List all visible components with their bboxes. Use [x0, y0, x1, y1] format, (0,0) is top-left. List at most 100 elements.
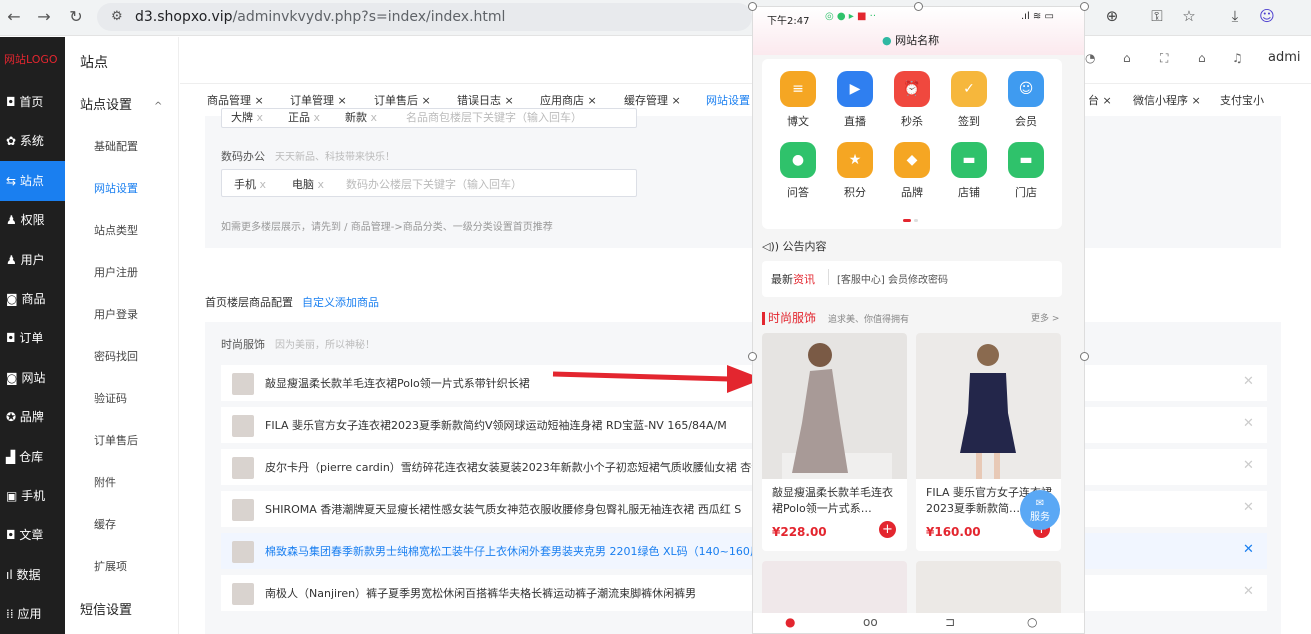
- subnav-item[interactable]: 缓存: [94, 516, 116, 532]
- sidebar-item[interactable]: ◘ 首页: [0, 82, 65, 122]
- digital-keyword-field[interactable]: 手机 x 电脑 x 数码办公楼层下关键字（输入回车）: [221, 169, 637, 197]
- product-card[interactable]: [762, 561, 907, 621]
- resize-handle[interactable]: [1080, 2, 1089, 11]
- quick-nav-item[interactable]: ▶ 直播: [833, 71, 877, 129]
- quick-nav-item[interactable]: ✓ 签到: [947, 71, 991, 129]
- page-tab[interactable]: 错误日志 ×: [457, 92, 514, 108]
- store-icon[interactable]: ⌂: [1123, 51, 1131, 65]
- sidebar-item[interactable]: ⇆ 站点: [0, 160, 65, 201]
- subnav-section-sms[interactable]: 短信设置: [80, 599, 132, 618]
- sidebar-item[interactable]: ✪ 品牌: [0, 397, 65, 437]
- close-icon[interactable]: ×: [422, 94, 431, 107]
- home-tab-icon[interactable]: ●: [785, 615, 795, 629]
- home-icon[interactable]: ⌂: [1198, 51, 1206, 65]
- subnav-item[interactable]: 基础配置: [94, 138, 138, 154]
- sidebar-item[interactable]: ◙ 网站: [0, 358, 65, 398]
- page-tab[interactable]: 应用商店 ×: [540, 92, 597, 108]
- subnav-item[interactable]: 订单售后: [94, 432, 138, 448]
- user-tab-icon[interactable]: ○: [1027, 615, 1037, 629]
- product-row[interactable]: 南极人（Nanjiren）裤子夏季男宽松休闲百搭裤华夫格长裤运动裤子潮流束脚裤休…: [221, 575, 1267, 611]
- page-tab[interactable]: 支付宝小: [1220, 92, 1264, 108]
- bookmark-star-icon[interactable]: ☆: [1178, 7, 1200, 25]
- product-row[interactable]: SHIROMA 香港潮牌夏天显瘦长裙性感女装气质女神范衣服收腰修身包臀礼服无袖连…: [221, 491, 1267, 527]
- sidebar-item[interactable]: ▟ 仓库: [0, 437, 65, 477]
- sidebar-item[interactable]: ♟ 用户: [0, 240, 65, 280]
- brand-keyword-field[interactable]: 大牌 x 正品 x 新款 x 名品商包楼层下关键字（输入回车）: [221, 108, 637, 128]
- forward-icon[interactable]: →: [34, 7, 54, 27]
- subnav-item[interactable]: 用户登录: [94, 306, 138, 322]
- sidebar-item[interactable]: ◙ 商品: [0, 279, 65, 319]
- download-icon[interactable]: ⤓: [1224, 7, 1246, 25]
- resize-handle[interactable]: [1080, 352, 1089, 361]
- back-icon[interactable]: ←: [4, 7, 24, 27]
- quick-nav-item[interactable]: ≡ 博文: [776, 71, 820, 129]
- product-card[interactable]: 敲显瘦温柔长款羊毛连衣裙Polo领一片式系… ¥228.00 +: [762, 333, 907, 551]
- close-icon[interactable]: ×: [588, 94, 597, 107]
- bell-icon[interactable]: ♫: [1232, 51, 1243, 65]
- subnav-item[interactable]: 网站设置: [94, 180, 138, 196]
- subnav-item[interactable]: 验证码: [94, 390, 127, 406]
- close-icon[interactable]: ×: [338, 94, 347, 107]
- new-tab-icon[interactable]: ⊕: [1101, 7, 1123, 25]
- remove-icon[interactable]: ✕: [1243, 374, 1254, 389]
- cart-tab-icon[interactable]: ⊐: [945, 615, 955, 629]
- quick-nav-item[interactable]: ⏰ 秒杀: [890, 71, 934, 129]
- page-tab[interactable]: 台 ×: [1088, 92, 1112, 108]
- remove-icon[interactable]: ✕: [1243, 542, 1254, 557]
- close-icon[interactable]: ×: [255, 94, 264, 107]
- subnav-item[interactable]: 站点类型: [94, 222, 138, 238]
- product-card[interactable]: [916, 561, 1061, 621]
- sidebar-item[interactable]: ♟ 权限: [0, 200, 65, 240]
- quick-nav-item[interactable]: ▬ 店铺: [947, 142, 991, 200]
- resize-handle[interactable]: [914, 2, 923, 11]
- more-link[interactable]: 更多 >: [1031, 311, 1059, 324]
- quick-nav-item[interactable]: ▬ 门店: [1004, 142, 1048, 200]
- quick-nav-item[interactable]: ◆ 品牌: [890, 142, 934, 200]
- page-tab[interactable]: 订单售后 ×: [374, 92, 431, 108]
- close-icon[interactable]: ×: [1103, 94, 1112, 107]
- product-row[interactable]: 皮尔卡丹（pierre cardin）雪纺碎花连衣裙女装夏装2023年新款小个子…: [221, 449, 1267, 485]
- subnav-item[interactable]: 扩展项: [94, 558, 127, 574]
- subnav-item[interactable]: 附件: [94, 474, 116, 490]
- quick-nav-item[interactable]: ★ 积分: [833, 142, 877, 200]
- address-bar[interactable]: ⚙ d3.shopxo.vip/adminvkvydv.php?s=index/…: [97, 3, 752, 31]
- service-float-button[interactable]: ✉ 服务: [1020, 490, 1060, 530]
- key-icon[interactable]: ⚿: [1146, 7, 1168, 25]
- resize-handle[interactable]: [748, 2, 757, 11]
- remove-icon[interactable]: ✕: [1243, 500, 1254, 515]
- resize-handle[interactable]: [748, 352, 757, 361]
- sidebar-item[interactable]: ıl 数据: [0, 555, 65, 595]
- sidebar-item[interactable]: ◘ 订单: [0, 318, 65, 358]
- page-tab[interactable]: 缓存管理 ×: [624, 92, 681, 108]
- custom-add-product-link[interactable]: 自定义添加商品: [302, 296, 379, 309]
- close-icon[interactable]: ×: [672, 94, 681, 107]
- page-tab[interactable]: 微信小程序 ×: [1133, 92, 1201, 108]
- product-row[interactable]: FILA 斐乐官方女子连衣裙2023夏季新款简约V领网球运动短袖连身裙 RD宝蓝…: [221, 407, 1267, 443]
- category-tab-icon[interactable]: oo: [863, 615, 878, 629]
- theme-icon[interactable]: ◔: [1085, 51, 1095, 65]
- page-tab[interactable]: 订单管理 ×: [290, 92, 347, 108]
- remove-icon[interactable]: ✕: [1243, 416, 1254, 431]
- quick-nav-item[interactable]: ☺ 会员: [1004, 71, 1048, 129]
- fullscreen-icon[interactable]: ⛶: [1160, 51, 1168, 66]
- remove-icon[interactable]: ✕: [1243, 458, 1254, 473]
- close-icon[interactable]: ×: [505, 94, 514, 107]
- news-ticker[interactable]: 最新资讯 [客服中心] 会员修改密码: [762, 261, 1062, 297]
- subnav-item[interactable]: 用户注册: [94, 264, 138, 280]
- admin-user-label[interactable]: admi: [1268, 50, 1301, 65]
- product-row[interactable]: 棉致森马集团春季新款男士纯棉宽松工装牛仔上衣休闲外套男装夹克男 2201绿色 X…: [221, 533, 1267, 569]
- sidebar-item[interactable]: ◘ 文章: [0, 515, 65, 555]
- subnav-item[interactable]: 密码找回: [94, 348, 138, 364]
- reload-icon[interactable]: ↻: [66, 7, 86, 27]
- add-cart-button[interactable]: +: [879, 521, 896, 538]
- site-settings-icon[interactable]: ⚙: [111, 9, 123, 24]
- sidebar-item[interactable]: ⁞⁞ 应用: [0, 594, 65, 634]
- subnav-section-site-settings[interactable]: 站点设置 ^: [80, 94, 162, 113]
- sidebar-item[interactable]: ✿ 系统: [0, 121, 65, 161]
- sidebar-item[interactable]: ▣ 手机: [0, 476, 65, 516]
- remove-icon[interactable]: ✕: [1243, 584, 1254, 599]
- close-icon[interactable]: ×: [1192, 94, 1201, 107]
- page-tab[interactable]: 商品管理 ×: [207, 92, 264, 108]
- profile-icon[interactable]: ☺: [1256, 7, 1278, 25]
- quick-nav-item[interactable]: ● 问答: [776, 142, 820, 200]
